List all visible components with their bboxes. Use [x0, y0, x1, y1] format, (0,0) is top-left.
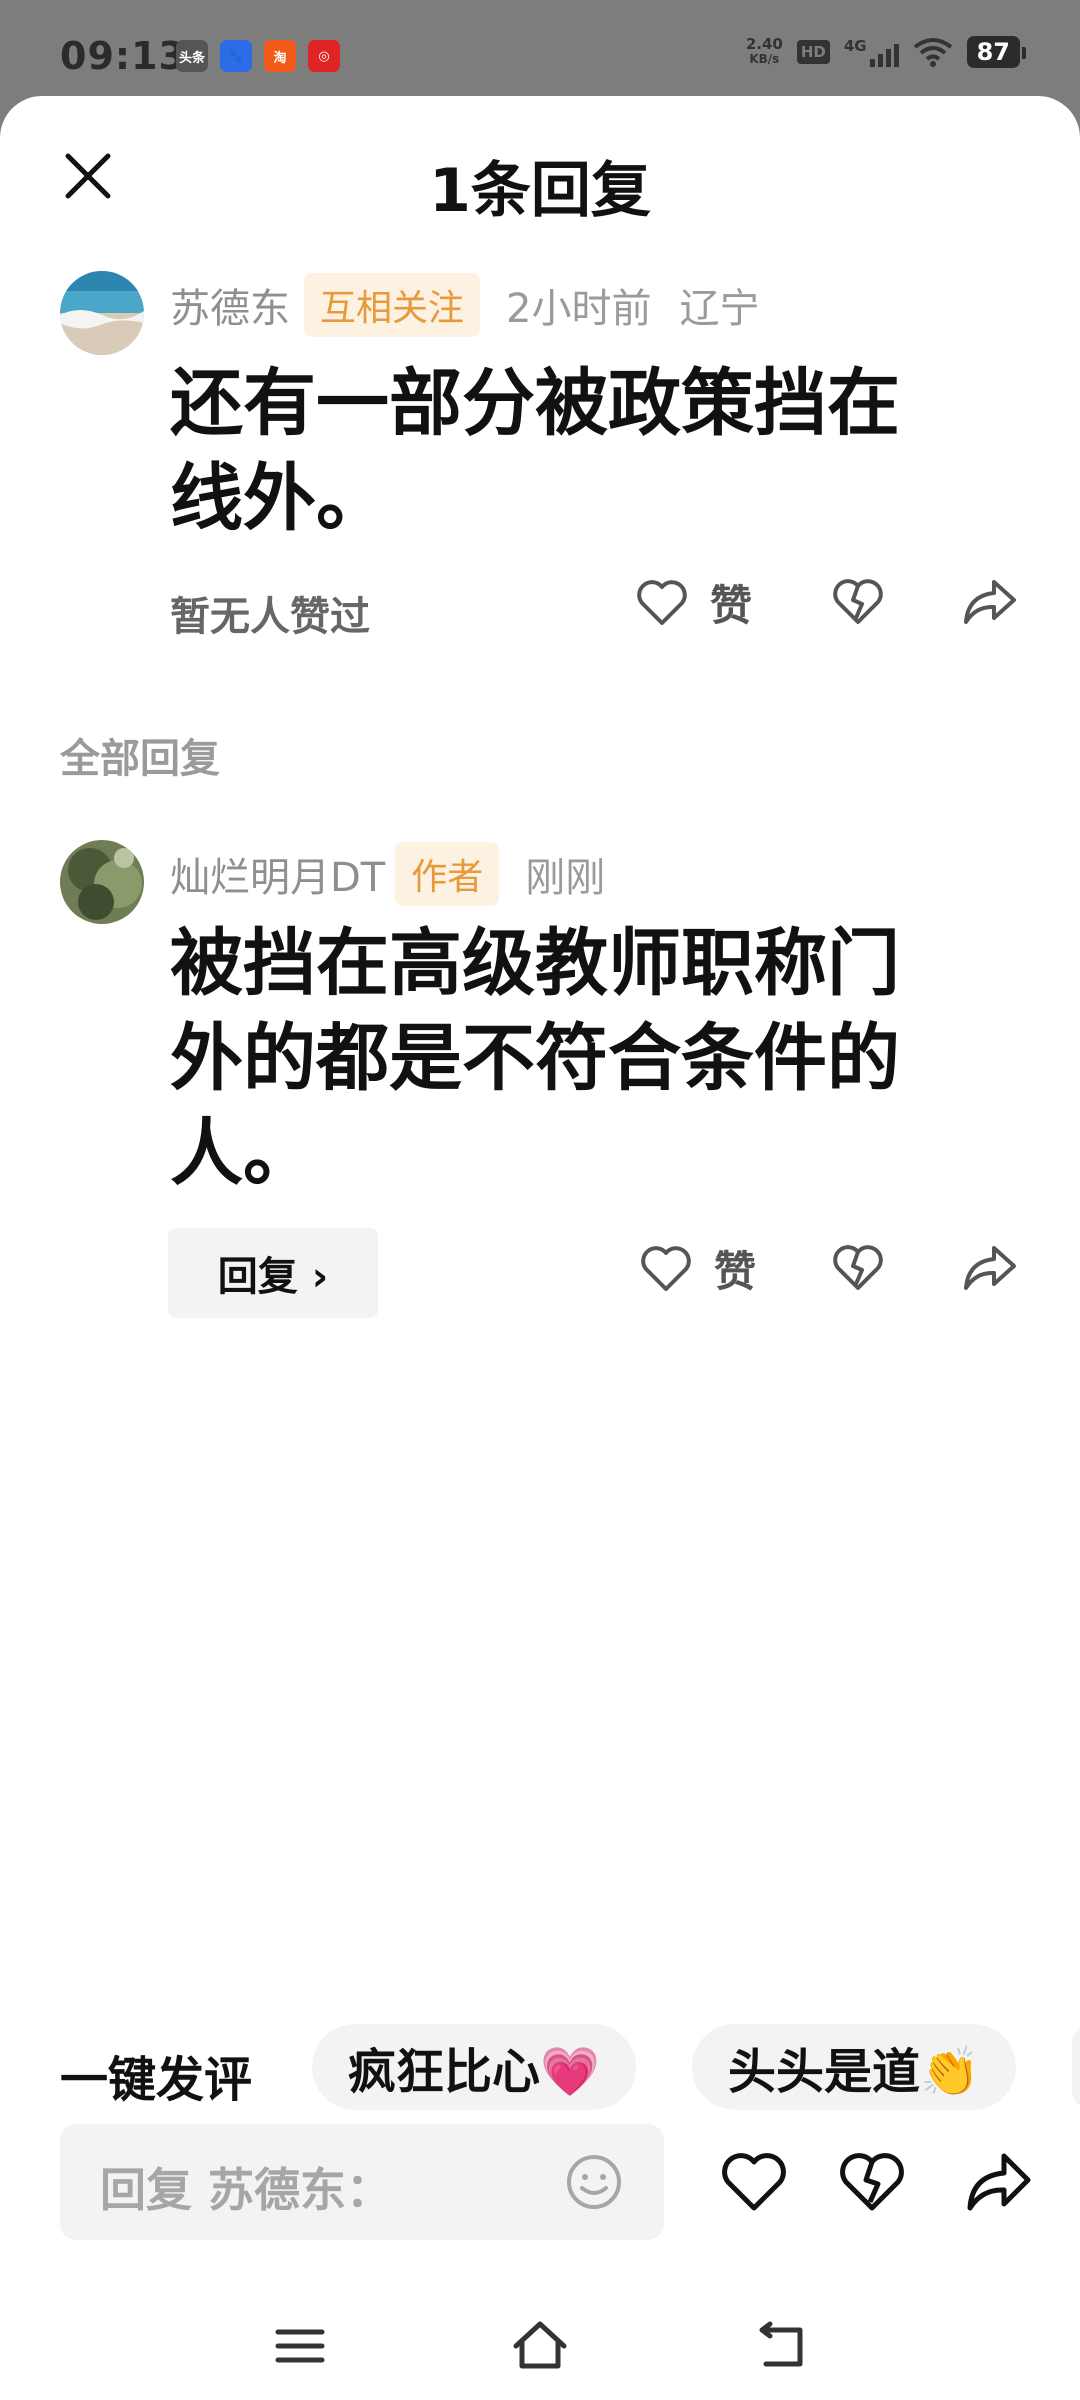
reply-text: 被挡在高级教师职称门外的都是不符合条件的人。 [170, 921, 900, 1196]
reply-input-placeholder: 回复 苏德东： [100, 2163, 393, 2217]
quick-comment-chip[interactable]: 头头是道👏 [692, 2024, 1016, 2110]
signal-icon: 4G [844, 37, 899, 67]
sheet-header: 1条回复 [0, 96, 1080, 266]
toutiao-icon: 头条 [176, 40, 208, 72]
comment-meta: 苏德东 互相关注 2小时前 辽宁 [170, 273, 760, 337]
share-icon[interactable] [960, 1240, 1020, 1296]
dislike-icon[interactable] [830, 1240, 886, 1296]
taobao-icon: 淘 [264, 40, 296, 72]
mutual-follow-badge: 互相关注 [304, 273, 481, 337]
menu-icon[interactable] [270, 2316, 330, 2376]
dislike-icon[interactable] [836, 2146, 908, 2218]
quick-comment-chip-partial[interactable] [1072, 2024, 1080, 2110]
all-replies-label: 全部回复 [60, 736, 220, 782]
heart-icon [641, 1245, 691, 1291]
heart-icon[interactable] [718, 2146, 790, 2218]
comment-actions: 赞 [540, 566, 1080, 646]
reply-input-row: 回复 苏德东： [0, 2124, 1080, 2244]
system-nav-bar [0, 2296, 1080, 2400]
like-button[interactable]: 赞 [634, 572, 752, 633]
home-icon[interactable] [510, 2316, 570, 2376]
comment-text: 还有一部分被政策挡在线外。 [170, 361, 900, 541]
reply-actions: 赞 [540, 1232, 1080, 1312]
dislike-icon[interactable] [830, 574, 886, 630]
hd-badge: HD [796, 40, 830, 64]
battery-indicator: 87 [966, 36, 1027, 68]
like-button[interactable]: 赞 [638, 1238, 756, 1299]
share-icon[interactable] [962, 2146, 1034, 2218]
quick-comment-chip[interactable]: 疯狂比心💗 [312, 2024, 636, 2110]
baidu-icon: 🐾 [220, 40, 252, 72]
comment-location: 辽宁 [679, 286, 760, 332]
reply-button[interactable]: 回复 › [168, 1228, 378, 1318]
emoji-icon[interactable] [564, 2152, 624, 2212]
comment-time: 2小时前 [506, 286, 652, 332]
username[interactable]: 灿烂明月DT [170, 845, 385, 903]
reply-sheet: 1条回复 苏德东 互相关注 2小时前 辽宁 还有一部分被政策挡在线外。 暂无人赞… [0, 96, 1080, 2400]
username[interactable]: 苏德东 [170, 276, 290, 334]
page-title: 1条回复 [429, 156, 651, 226]
avatar[interactable] [60, 840, 144, 924]
network-speed: 2.40 KB/s [745, 35, 783, 67]
app-red-icon: ◎ [308, 40, 340, 72]
status-time: 09:13 [60, 34, 186, 78]
notification-icons: 头条 🐾 淘 ◎ [176, 40, 340, 72]
heart-icon [637, 579, 687, 625]
reply-input[interactable]: 回复 苏德东： [60, 2124, 664, 2240]
back-icon[interactable] [752, 2316, 812, 2376]
reply-time: 刚刚 [525, 855, 606, 901]
quick-comment-label: 一键发评 [60, 2052, 253, 2108]
share-icon[interactable] [960, 574, 1020, 630]
reply-meta: 灿烂明月DT 作者 刚刚 [170, 842, 606, 906]
author-badge: 作者 [395, 842, 500, 906]
quick-comment-row: 一键发评 疯狂比心💗 头头是道👏 [0, 2024, 1080, 2114]
wifi-icon [913, 38, 952, 67]
status-bar: 09:13 头条 🐾 淘 ◎ 2.40 KB/s HD 4G 87 [0, 0, 1080, 100]
avatar[interactable] [60, 271, 144, 355]
likes-info: 暂无人赞过 [170, 594, 370, 640]
